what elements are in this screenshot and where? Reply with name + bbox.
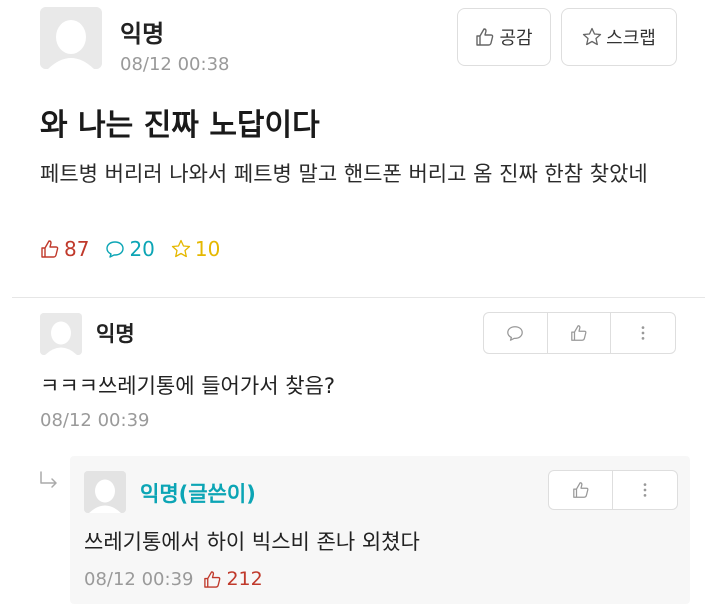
reply-like-count: 212: [203, 568, 263, 590]
reply-like-button[interactable]: [549, 471, 613, 509]
comment-timestamp: 08/12 00:39: [40, 410, 150, 431]
post-title: 와 나는 진짜 노답이다: [40, 108, 320, 143]
more-icon: [643, 483, 647, 497]
avatar-icon: [84, 471, 126, 513]
reply-more-button[interactable]: [613, 471, 677, 509]
comment-author-avatar: [40, 313, 82, 355]
like-count: 87: [40, 237, 89, 261]
comment-like-button[interactable]: [548, 313, 612, 353]
like-count-value: 87: [64, 237, 90, 261]
reply-like-count-value: 212: [226, 568, 263, 590]
post-author-avatar: [40, 7, 102, 69]
star-icon: [171, 239, 191, 258]
reply-author-avatar: [84, 471, 126, 513]
scrap-button[interactable]: 스크랩: [561, 8, 677, 66]
reply-button[interactable]: [484, 313, 548, 353]
thumbs-up-icon: [41, 240, 59, 258]
like-button-label: 공감: [499, 28, 533, 49]
thumbs-up-icon: [571, 325, 587, 341]
divider: [12, 297, 705, 298]
post-author-name: 익명: [120, 20, 165, 48]
reply-author-name: 익명(글쓴이): [140, 482, 256, 506]
comment-count: 20: [105, 237, 155, 261]
scrap-count-value: 10: [194, 237, 221, 261]
like-button[interactable]: 공감: [457, 8, 551, 66]
scrap-button-label: 스크랩: [606, 28, 656, 49]
comment-author-name: 익명: [96, 322, 135, 346]
comment-more-button[interactable]: [611, 313, 675, 353]
thumbs-up-icon: [204, 570, 221, 588]
post-body: 페트병 버리러 나와서 페트병 말고 핸드폰 버리고 옴 진짜 한참 찾았네: [40, 162, 648, 186]
thumbs-up-icon: [476, 28, 494, 46]
comment-text: ㅋㅋㅋ쓰레기통에 들어가서 찾음?: [40, 374, 335, 398]
reply-meta: 08/12 00:39 212: [84, 568, 263, 590]
more-icon: [641, 326, 645, 340]
comment-toolbar: [483, 312, 676, 354]
comment-icon: [106, 241, 125, 258]
reply-toolbar: [548, 470, 678, 510]
comment-icon: [507, 326, 524, 341]
reply-arrow-icon: [40, 471, 57, 488]
thumbs-up-icon: [572, 482, 588, 498]
post-stats: 87 20 10: [40, 237, 236, 261]
reply-timestamp: 08/12 00:39: [84, 568, 194, 590]
reply-text: 쓰레기통에서 하이 빅스비 존나 외쳤다: [84, 530, 420, 554]
avatar-icon: [40, 7, 102, 69]
scrap-count: 10: [171, 237, 220, 261]
post-timestamp: 08/12 00:38: [120, 54, 230, 75]
star-icon: [583, 27, 602, 46]
avatar-icon: [40, 313, 82, 355]
comment-count-value: 20: [129, 237, 155, 261]
